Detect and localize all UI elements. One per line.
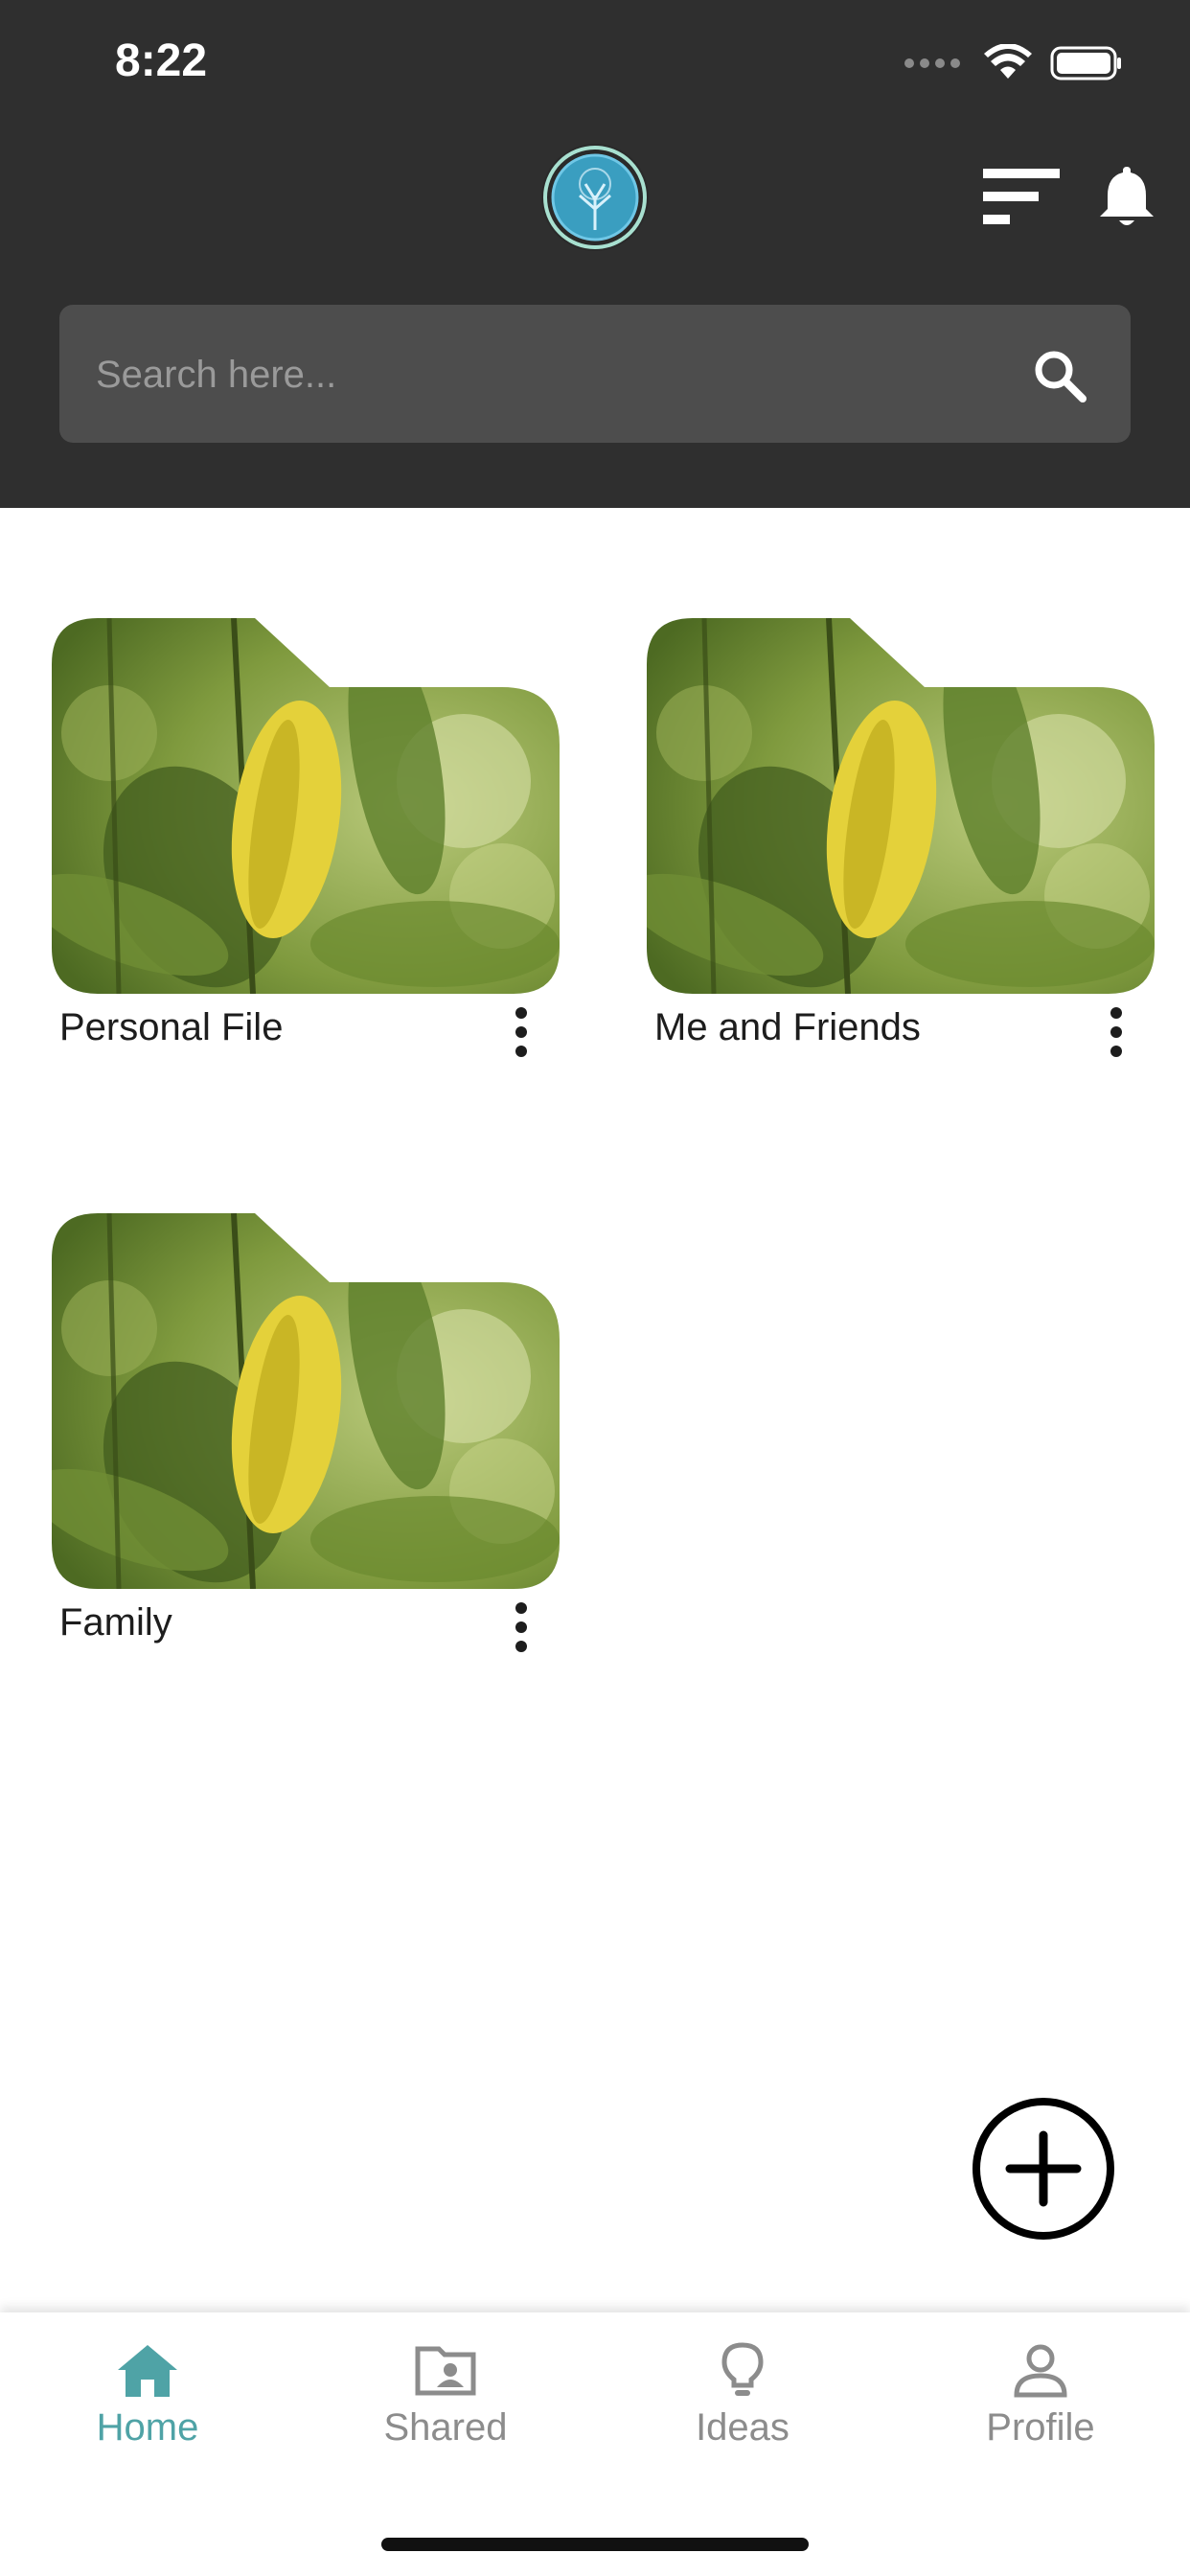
home-icon <box>118 2345 177 2397</box>
tab-shared[interactable]: Shared <box>331 2341 561 2485</box>
person-icon <box>1014 2344 1067 2398</box>
folder-card[interactable]: Me and Friends <box>647 618 1164 1069</box>
folder-name: Personal File <box>59 1006 284 1048</box>
add-circle-icon[interactable] <box>972 2097 1115 2241</box>
sort-icon[interactable] <box>983 165 1062 230</box>
tab-label: Ideas <box>696 2406 790 2449</box>
folder-name: Me and Friends <box>654 1006 921 1048</box>
shared-folder-icon <box>415 2346 476 2396</box>
tab-label: Shared <box>383 2406 508 2449</box>
folder-thumbnail[interactable] <box>52 618 560 994</box>
tab-ideas[interactable]: Ideas <box>628 2341 858 2485</box>
lightbulb-icon <box>721 2342 764 2396</box>
search-input[interactable] <box>94 305 960 445</box>
bell-icon[interactable] <box>1098 163 1156 230</box>
tree-logo-icon[interactable] <box>539 142 651 253</box>
search-bar[interactable] <box>59 305 1131 445</box>
bottom-tab-bar: Home Shared Ideas Profile <box>0 2312 1190 2576</box>
tab-label: Home <box>96 2406 199 2449</box>
folder-name: Family <box>59 1601 172 1644</box>
folder-thumbnail[interactable] <box>647 618 1155 994</box>
wifi-icon <box>984 44 1032 79</box>
more-options-icon[interactable] <box>502 1005 540 1059</box>
tab-label: Profile <box>986 2406 1095 2449</box>
tab-home[interactable]: Home <box>33 2341 263 2485</box>
more-options-icon[interactable] <box>502 1600 540 1654</box>
battery-icon <box>1050 46 1121 80</box>
more-options-icon[interactable] <box>1097 1005 1135 1059</box>
tab-profile[interactable]: Profile <box>926 2341 1156 2485</box>
folder-card[interactable]: Family <box>52 1213 569 1664</box>
app-header: 8:22 <box>0 0 1190 508</box>
status-indicators <box>904 44 1123 82</box>
status-time: 8:22 <box>115 35 208 86</box>
home-indicator <box>381 2538 809 2551</box>
search-icon[interactable] <box>1031 347 1088 404</box>
folder-thumbnail[interactable] <box>52 1213 560 1589</box>
cellular-signal-icon <box>904 58 960 68</box>
folder-card[interactable]: Personal File <box>52 618 569 1069</box>
